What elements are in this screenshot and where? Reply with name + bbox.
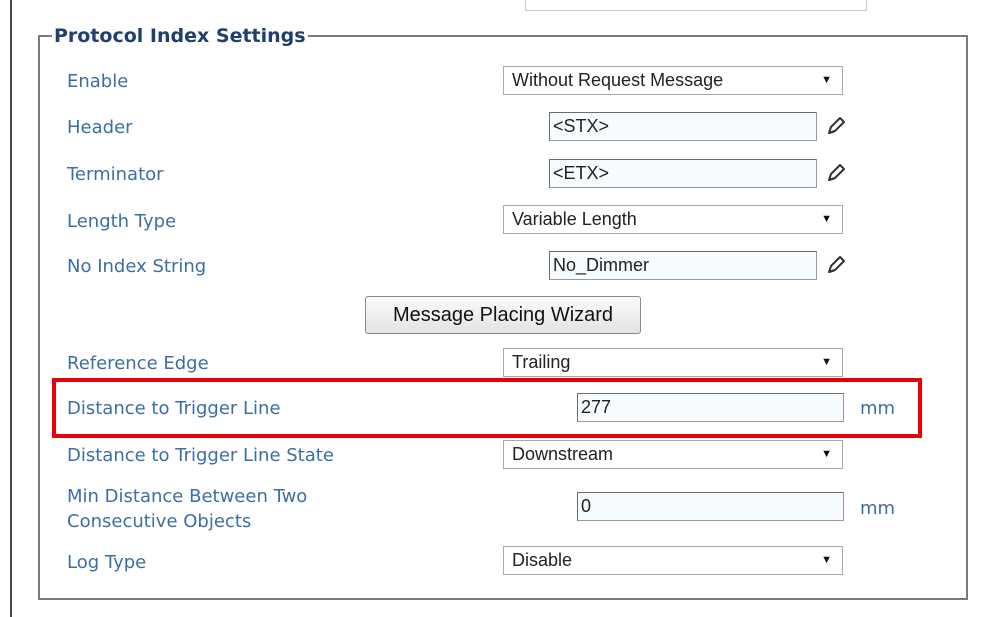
upper-control-edge xyxy=(525,0,867,11)
no-index-string-label: No Index String xyxy=(67,256,207,277)
log-type-select[interactable]: Disable ▼ xyxy=(503,546,843,575)
enable-select-value: Without Request Message xyxy=(512,70,724,90)
min-distance-label-line2: Consecutive Objects xyxy=(67,511,252,532)
distance-to-trigger-line-state-select[interactable]: Downstream ▼ xyxy=(503,440,843,469)
group-title: Protocol Index Settings xyxy=(54,25,306,47)
terminator-label: Terminator xyxy=(67,164,164,185)
length-type-select-value: Variable Length xyxy=(512,209,637,229)
header-label: Header xyxy=(67,117,133,138)
reference-edge-select[interactable]: Trailing ▼ xyxy=(503,348,843,377)
length-type-label: Length Type xyxy=(67,211,177,232)
distance-to-trigger-line-label: Distance to Trigger Line xyxy=(67,398,281,419)
reference-edge-label: Reference Edge xyxy=(67,353,209,374)
distance-to-trigger-line-field[interactable] xyxy=(577,393,844,422)
pencil-icon[interactable] xyxy=(826,255,846,275)
pencil-icon[interactable] xyxy=(826,163,846,183)
chevron-down-icon: ▼ xyxy=(821,554,832,566)
chevron-down-icon: ▼ xyxy=(821,448,832,460)
distance-unit: mm xyxy=(860,398,896,419)
no-index-string-field[interactable] xyxy=(549,251,817,280)
terminator-field[interactable] xyxy=(549,159,817,188)
pencil-icon[interactable] xyxy=(826,116,846,136)
enable-select[interactable]: Without Request Message ▼ xyxy=(503,66,843,95)
log-type-select-value: Disable xyxy=(512,550,573,570)
enable-label: Enable xyxy=(67,71,129,92)
log-type-label: Log Type xyxy=(67,552,147,573)
distance-to-trigger-line-state-label: Distance to Trigger Line State xyxy=(67,445,334,466)
min-distance-unit: mm xyxy=(860,498,896,519)
message-placing-wizard-button[interactable]: Message Placing Wizard xyxy=(365,296,641,334)
reference-edge-select-value: Trailing xyxy=(512,352,571,372)
chevron-down-icon: ▼ xyxy=(821,74,832,86)
distance-to-trigger-line-state-value: Downstream xyxy=(512,444,614,464)
left-rule xyxy=(10,0,12,617)
header-field[interactable] xyxy=(549,112,817,141)
chevron-down-icon: ▼ xyxy=(821,356,832,368)
length-type-select[interactable]: Variable Length ▼ xyxy=(503,205,843,234)
chevron-down-icon: ▼ xyxy=(821,213,832,225)
min-distance-label-line1: Min Distance Between Two xyxy=(67,486,308,507)
min-distance-field[interactable] xyxy=(577,492,844,521)
